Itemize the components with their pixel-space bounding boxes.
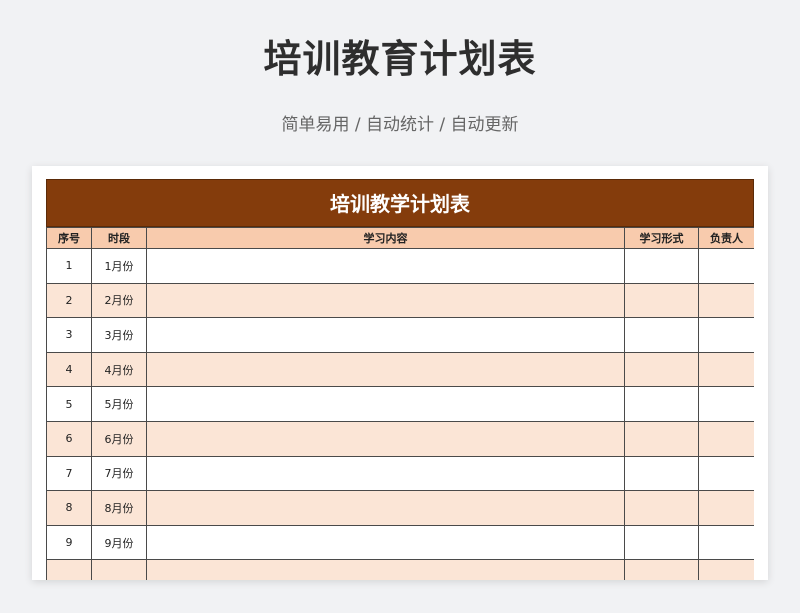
cell-owner[interactable] xyxy=(698,490,754,526)
cell-no[interactable]: 2 xyxy=(46,282,92,319)
cell-owner[interactable] xyxy=(698,351,754,388)
cell-format[interactable] xyxy=(624,351,699,388)
header-row: 序号 时段 学习内容 学习形式 负责人 xyxy=(46,227,754,249)
table-row: 3 3月份 xyxy=(46,317,754,353)
cell-content[interactable] xyxy=(146,420,625,457)
page-subtitle: 简单易用 / 自动统计 / 自动更新 xyxy=(281,115,519,135)
cell-format[interactable] xyxy=(624,559,699,580)
cell-no[interactable] xyxy=(46,559,92,580)
cell-no[interactable]: 8 xyxy=(46,490,92,526)
cell-period[interactable]: 5月份 xyxy=(91,386,147,422)
table-row: 4 4月份 xyxy=(46,351,754,388)
plan-table: 序号 时段 学习内容 学习形式 负责人 1 1月份 2 2月份 3 3月份 4 … xyxy=(46,227,754,580)
cell-content[interactable] xyxy=(146,317,625,353)
cell-period[interactable]: 9月份 xyxy=(91,524,147,561)
cell-no[interactable]: 9 xyxy=(46,524,92,561)
cell-no[interactable]: 5 xyxy=(46,386,92,422)
cell-format[interactable] xyxy=(624,282,699,319)
cell-owner[interactable] xyxy=(698,282,754,319)
cell-period[interactable]: 2月份 xyxy=(91,282,147,319)
spreadsheet-card: 培训教学计划表 序号 时段 学习内容 学习形式 负责人 1 1月份 2 2月份 … xyxy=(32,166,768,580)
table-row: 6 6月份 xyxy=(46,420,754,457)
table-row xyxy=(46,559,754,580)
column-header-period[interactable]: 时段 xyxy=(91,227,147,249)
cell-content[interactable] xyxy=(146,490,625,526)
cell-content[interactable] xyxy=(146,524,625,561)
column-header-no[interactable]: 序号 xyxy=(46,227,92,249)
cell-period[interactable]: 6月份 xyxy=(91,420,147,457)
cell-content[interactable] xyxy=(146,455,625,492)
column-header-format[interactable]: 学习形式 xyxy=(624,227,699,249)
cell-no[interactable]: 3 xyxy=(46,317,92,353)
cell-content[interactable] xyxy=(146,386,625,422)
table-row: 8 8月份 xyxy=(46,490,754,526)
cell-period[interactable]: 7月份 xyxy=(91,455,147,492)
sheet-title: 培训教学计划表 xyxy=(46,179,754,227)
cell-content[interactable] xyxy=(146,351,625,388)
cell-format[interactable] xyxy=(624,490,699,526)
table-container: 培训教学计划表 序号 时段 学习内容 学习形式 负责人 1 1月份 2 2月份 … xyxy=(46,179,754,580)
cell-owner[interactable] xyxy=(698,524,754,561)
table-row: 1 1月份 xyxy=(46,248,754,284)
cell-format[interactable] xyxy=(624,248,699,284)
cell-owner[interactable] xyxy=(698,317,754,353)
cell-content[interactable] xyxy=(146,248,625,284)
cell-period[interactable] xyxy=(91,559,147,580)
cell-owner[interactable] xyxy=(698,559,754,580)
cell-format[interactable] xyxy=(624,386,699,422)
cell-period[interactable]: 4月份 xyxy=(91,351,147,388)
cell-content[interactable] xyxy=(146,559,625,580)
table-row: 2 2月份 xyxy=(46,282,754,319)
cell-no[interactable]: 6 xyxy=(46,420,92,457)
cell-period[interactable]: 3月份 xyxy=(91,317,147,353)
cell-no[interactable]: 1 xyxy=(46,248,92,284)
column-header-content[interactable]: 学习内容 xyxy=(146,227,625,249)
column-header-owner[interactable]: 负责人 xyxy=(698,227,754,249)
page-title: 培训教育计划表 xyxy=(263,37,537,81)
cell-period[interactable]: 1月份 xyxy=(91,248,147,284)
cell-owner[interactable] xyxy=(698,420,754,457)
cell-no[interactable]: 4 xyxy=(46,351,92,388)
table-row: 9 9月份 xyxy=(46,524,754,561)
cell-period[interactable]: 8月份 xyxy=(91,490,147,526)
cell-owner[interactable] xyxy=(698,386,754,422)
cell-format[interactable] xyxy=(624,317,699,353)
cell-content[interactable] xyxy=(146,282,625,319)
cell-format[interactable] xyxy=(624,420,699,457)
table-row: 7 7月份 xyxy=(46,455,754,492)
cell-owner[interactable] xyxy=(698,248,754,284)
table-row: 5 5月份 xyxy=(46,386,754,422)
cell-owner[interactable] xyxy=(698,455,754,492)
cell-format[interactable] xyxy=(624,524,699,561)
cell-no[interactable]: 7 xyxy=(46,455,92,492)
cell-format[interactable] xyxy=(624,455,699,492)
